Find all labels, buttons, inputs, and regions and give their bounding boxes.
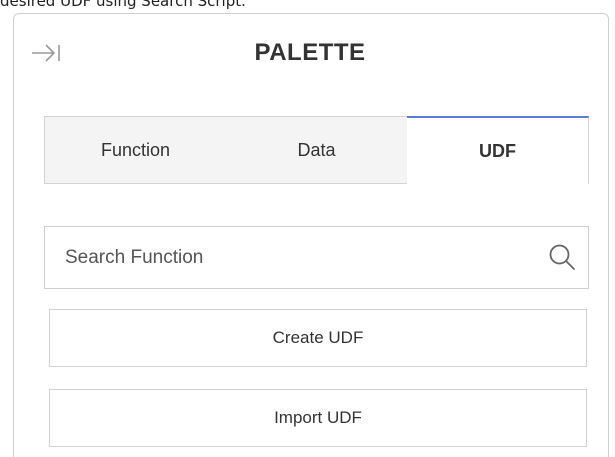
tab-function[interactable]: Function: [44, 116, 227, 184]
tab-udf[interactable]: UDF: [407, 116, 589, 184]
create-udf-label: Create UDF: [272, 328, 364, 347]
collapse-panel-icon[interactable]: [30, 40, 62, 66]
search-input[interactable]: [45, 227, 525, 288]
panel-title: PALETTE: [254, 39, 366, 66]
search-box: [44, 226, 589, 289]
tab-data[interactable]: Data: [226, 116, 408, 184]
caption-text: desired UDF using Search Script.: [0, 0, 246, 10]
search-icon[interactable]: [548, 243, 576, 271]
tab-bar: Function Data UDF: [44, 116, 589, 184]
tab-data-label: Data: [297, 139, 336, 160]
tab-udf-label: UDF: [479, 140, 516, 161]
create-udf-button[interactable]: Create UDF: [49, 309, 587, 367]
import-udf-label: Import UDF: [274, 408, 362, 427]
import-udf-button[interactable]: Import UDF: [49, 389, 587, 447]
tab-function-label: Function: [100, 139, 171, 160]
page: desired UDF using Search Script. PALETTE…: [0, 0, 615, 457]
